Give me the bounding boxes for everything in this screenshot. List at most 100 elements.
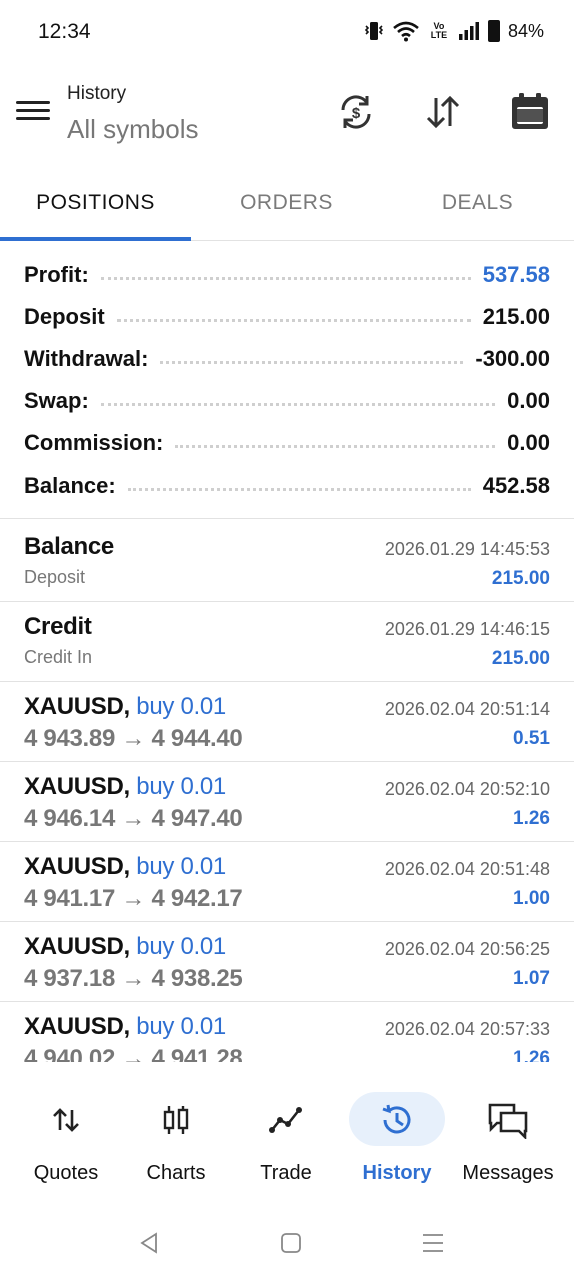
tab-orders[interactable]: ORDERS xyxy=(191,166,382,240)
summary-label: Commission: xyxy=(24,430,164,455)
summary-panel: Profit: 537.58 Deposit 215.00 Withdrawal… xyxy=(0,252,574,519)
list-item[interactable]: Credit Credit In 2026.01.29 14:46:15 215… xyxy=(0,601,574,682)
nav-trade[interactable]: Trade xyxy=(229,1090,343,1190)
item-action: buy 0.01 xyxy=(136,1013,226,1040)
item-symbol: XAUUSD, xyxy=(24,773,130,800)
list-item[interactable]: Balance Deposit 2026.01.29 14:45:53 215.… xyxy=(0,521,574,602)
item-time: 2026.02.04 20:52:10 xyxy=(384,779,550,799)
list-item[interactable]: XAUUSD, buy 0.01 4 946.14 → 4 947.40 202… xyxy=(0,761,574,842)
home-icon[interactable] xyxy=(276,1228,306,1258)
history-list[interactable]: Balance Deposit 2026.01.29 14:45:53 215.… xyxy=(0,521,574,1062)
bottom-navigation: Quotes Charts Trade History Messages xyxy=(0,1082,574,1192)
item-time: 2026.02.04 20:56:25 xyxy=(384,939,550,959)
dotted-leader xyxy=(160,360,464,364)
item-subtitle: Deposit xyxy=(24,567,86,587)
summary-row-deposit: Deposit 215.00 xyxy=(24,296,550,338)
symbol-filter[interactable]: All symbols xyxy=(67,114,198,145)
item-amount: 1.26 xyxy=(513,1048,550,1062)
summary-value: 0.00 xyxy=(507,388,550,413)
nav-label: Quotes xyxy=(33,1162,99,1184)
summary-row-withdrawal: Withdrawal: -300.00 xyxy=(24,338,550,380)
item-title: XAUUSD, buy 0.01 xyxy=(24,933,226,961)
item-symbol: XAUUSD, xyxy=(24,933,130,960)
nav-charts[interactable]: Charts xyxy=(119,1090,233,1190)
history-clock-icon xyxy=(340,1100,454,1140)
page-title: History xyxy=(67,83,127,104)
item-title: Credit xyxy=(24,613,92,640)
nav-quotes[interactable]: Quotes xyxy=(9,1090,123,1190)
item-time: 2026.02.04 20:51:14 xyxy=(384,699,550,719)
item-action: buy 0.01 xyxy=(136,933,226,960)
nav-label: History xyxy=(362,1162,432,1184)
summary-label: Profit: xyxy=(24,262,89,287)
dotted-leader xyxy=(100,402,496,406)
wifi-icon xyxy=(393,21,419,42)
currency-exchange-icon[interactable]: $ xyxy=(332,88,380,136)
tab-positions[interactable]: POSITIONS xyxy=(0,166,191,240)
tab-bar: POSITIONS ORDERS DEALS xyxy=(0,166,574,241)
item-time: 2026.02.04 20:57:33 xyxy=(384,1019,550,1039)
tab-deals[interactable]: DEALS xyxy=(382,166,573,240)
item-prices: 4 941.17 → 4 942.17 xyxy=(24,885,243,912)
list-item[interactable]: XAUUSD, buy 0.01 4 941.17 → 4 942.17 202… xyxy=(0,841,574,922)
signal-icon xyxy=(458,22,479,40)
item-prices: 4 946.14 → 4 947.40 xyxy=(24,805,243,832)
item-amount: 215.00 xyxy=(491,568,550,589)
item-time: 2026.01.29 14:45:53 xyxy=(384,539,550,559)
summary-row-commission: Commission: 0.00 xyxy=(24,422,550,464)
item-prices: 4 943.89 → 4 944.40 xyxy=(24,725,243,752)
status-icons: Vo LTE 84% xyxy=(364,20,544,42)
item-amount: 1.07 xyxy=(513,968,550,989)
item-symbol: XAUUSD, xyxy=(24,693,130,720)
summary-value: 452.58 xyxy=(482,473,550,498)
summary-label: Deposit xyxy=(24,304,105,329)
menu-icon[interactable] xyxy=(16,96,50,126)
item-prices: 4 940.02 → 4 941.28 xyxy=(24,1045,243,1062)
item-prices: 4 937.18 → 4 938.25 xyxy=(24,965,243,992)
item-time: 2026.02.04 20:51:48 xyxy=(384,859,550,879)
active-tab-indicator xyxy=(0,237,191,241)
app-bar: History All symbols $ xyxy=(0,66,574,166)
list-item[interactable]: XAUUSD, buy 0.01 4 937.18 → 4 938.25 202… xyxy=(0,921,574,1002)
dotted-leader xyxy=(175,444,496,448)
item-action: buy 0.01 xyxy=(136,773,226,800)
nav-messages[interactable]: Messages xyxy=(451,1090,565,1190)
summary-label: Swap: xyxy=(24,388,89,413)
nav-label: Messages xyxy=(462,1162,554,1184)
dotted-leader xyxy=(100,276,471,280)
messages-icon xyxy=(451,1100,565,1140)
item-action: buy 0.01 xyxy=(136,693,226,720)
item-amount: 1.00 xyxy=(513,888,550,909)
summary-row-profit: Profit: 537.58 xyxy=(24,254,550,296)
calendar-icon[interactable] xyxy=(506,88,554,136)
summary-value: 537.58 xyxy=(482,262,550,287)
item-title: XAUUSD, buy 0.01 xyxy=(24,773,226,801)
item-title: XAUUSD, buy 0.01 xyxy=(24,1013,226,1041)
item-amount: 1.26 xyxy=(513,808,550,829)
summary-label: Withdrawal: xyxy=(24,346,149,371)
list-item[interactable]: XAUUSD, buy 0.01 4 943.89 → 4 944.40 202… xyxy=(0,681,574,762)
recents-menu-icon[interactable] xyxy=(418,1228,448,1258)
item-time: 2026.01.29 14:46:15 xyxy=(384,619,550,639)
item-title: XAUUSD, buy 0.01 xyxy=(24,853,226,881)
trade-line-icon xyxy=(229,1100,343,1140)
list-item[interactable]: XAUUSD, buy 0.01 4 940.02 → 4 941.28 202… xyxy=(0,1001,574,1062)
item-action: buy 0.01 xyxy=(136,853,226,880)
summary-row-swap: Swap: 0.00 xyxy=(24,380,550,422)
item-amount: 0.51 xyxy=(513,728,550,749)
back-icon[interactable] xyxy=(134,1228,164,1258)
dotted-leader xyxy=(127,487,471,491)
item-title: XAUUSD, buy 0.01 xyxy=(24,693,226,721)
nav-label: Trade xyxy=(260,1162,312,1184)
svg-text:$: $ xyxy=(352,105,361,122)
item-symbol: XAUUSD, xyxy=(24,853,130,880)
item-title: Balance xyxy=(24,533,114,560)
sort-icon[interactable] xyxy=(419,88,467,136)
summary-value: -300.00 xyxy=(475,346,550,371)
status-bar: 12:34 Vo LTE 84% xyxy=(0,0,574,66)
summary-label: Balance: xyxy=(24,473,116,498)
nav-history[interactable]: History xyxy=(340,1090,454,1190)
battery-percent: 84% xyxy=(507,20,544,41)
summary-row-balance: Balance: 452.58 xyxy=(24,465,550,507)
summary-value: 0.00 xyxy=(507,430,550,455)
